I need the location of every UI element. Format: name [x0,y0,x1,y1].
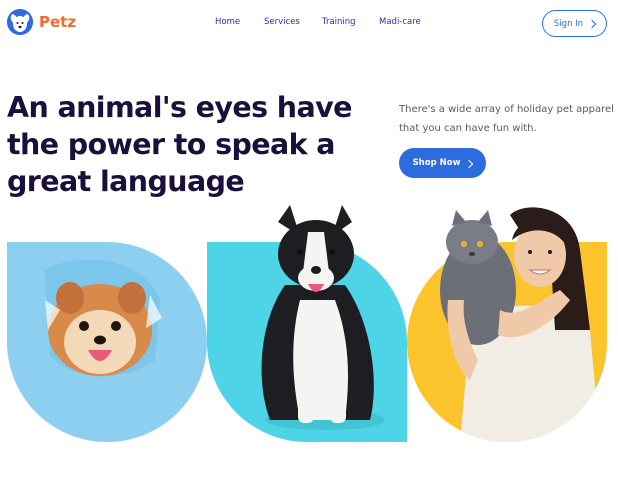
woman-with-cat-photo [407,207,607,442]
pomeranian-photo [7,242,207,442]
hero-photos [7,205,607,442]
border-collie-photo [207,205,407,442]
